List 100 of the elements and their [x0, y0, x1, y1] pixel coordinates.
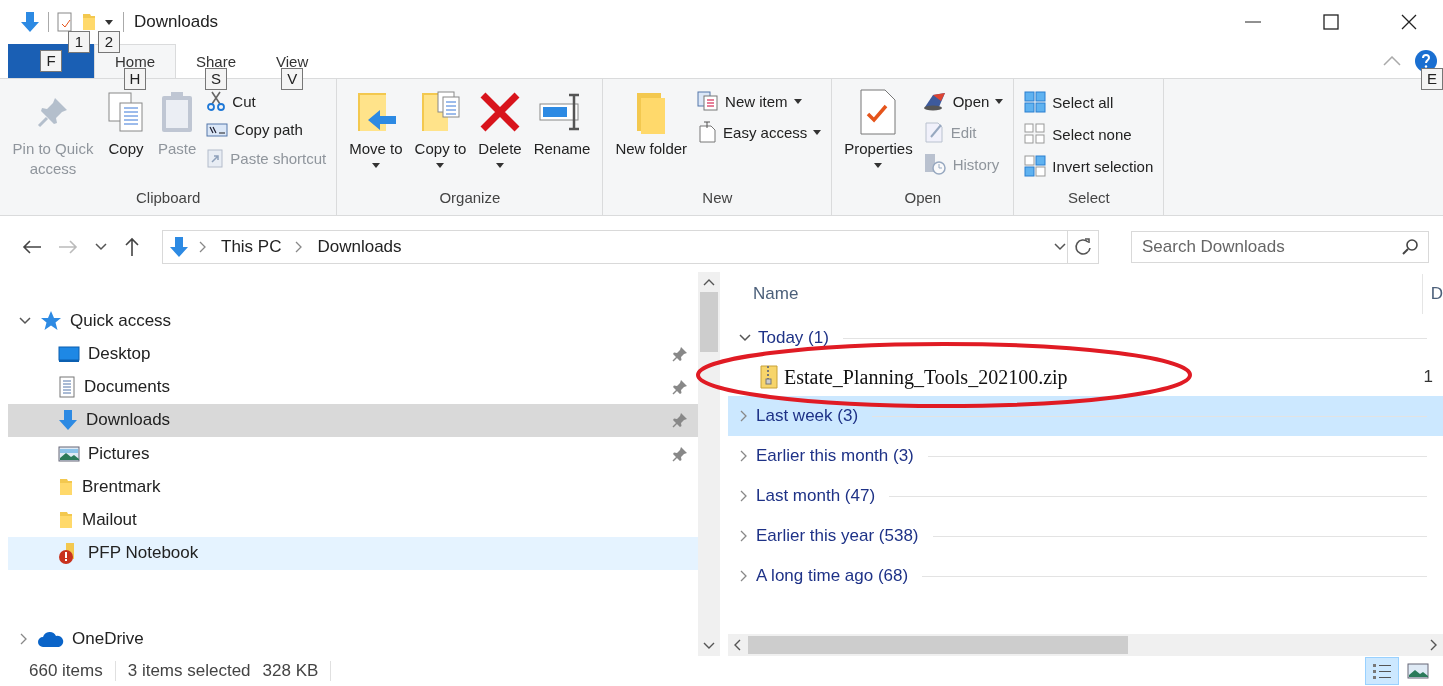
keytip: F: [40, 50, 62, 72]
group-header[interactable]: A long time ago (68): [728, 556, 1443, 596]
download-arrow-icon: [169, 236, 189, 258]
minimize-icon: [1245, 21, 1261, 23]
download-arrow-icon: [58, 409, 78, 432]
selection-count: 3 items selected: [127, 661, 251, 681]
window-title: Downloads: [134, 12, 220, 32]
grid-icon: [1024, 91, 1047, 113]
star-icon: [40, 309, 62, 332]
file-name[interactable]: Estate_Planning_Tools_202100.zip: [784, 365, 1418, 389]
chevron-down-icon: [94, 241, 108, 253]
tree-item[interactable]: Desktop: [8, 337, 698, 371]
collapse-chevron-icon: [738, 332, 752, 344]
up-button[interactable]: [124, 237, 140, 257]
tree-item[interactable]: Brentmark: [8, 470, 698, 504]
breadcrumb[interactable]: This PC: [217, 237, 286, 257]
collapse-ribbon-button[interactable]: [1383, 56, 1401, 66]
address-bar[interactable]: This PC Downloads: [162, 230, 1099, 264]
group-header[interactable]: Earlier this year (538): [728, 516, 1443, 556]
group-label: Clipboard: [135, 189, 202, 208]
horizontal-scrollbar[interactable]: [728, 634, 1443, 656]
back-arrow-icon: [22, 239, 42, 255]
history-icon: [922, 153, 947, 175]
group-header[interactable]: Earlier this month (3): [728, 436, 1443, 476]
grid-icon: [1024, 123, 1047, 145]
close-icon: [1401, 14, 1417, 30]
new-item-icon: [697, 91, 720, 111]
ribbon-button[interactable]: Open: [920, 89, 1006, 113]
ribbon-button[interactable]: Easy access: [695, 119, 824, 145]
view-button[interactable]: [1365, 657, 1399, 685]
caret-icon: [496, 163, 504, 168]
details-view-icon: [1372, 662, 1392, 680]
keytip: V: [281, 68, 304, 90]
item-count: 660 items: [29, 661, 103, 681]
download-arrow-icon: [20, 11, 40, 33]
table-cell: 1: [1423, 367, 1433, 387]
group-label: Open: [903, 189, 943, 208]
breadcrumb[interactable]: Downloads: [313, 237, 406, 257]
tree-item[interactable]: OneDrive: [8, 622, 698, 656]
search-field[interactable]: Search Downloads: [1131, 231, 1429, 263]
recent-locations-button[interactable]: [94, 241, 108, 253]
caret-icon: [995, 98, 1004, 104]
ribbon-button[interactable]: Copy: [102, 87, 150, 189]
search-icon: [1401, 238, 1419, 256]
large-icons-view-icon: [1407, 662, 1429, 680]
ribbon-button[interactable]: Cut: [204, 89, 329, 113]
tree-item[interactable]: Documents: [8, 370, 698, 404]
folder-icon: [58, 476, 74, 497]
picture-icon: [58, 444, 80, 463]
vertical-scrollbar[interactable]: [698, 272, 720, 656]
ribbon-button[interactable]: Move to: [345, 87, 407, 189]
scrollbar-thumb[interactable]: [748, 636, 1128, 654]
ribbon-button[interactable]: Delete: [474, 87, 526, 189]
cross-icon: [479, 91, 521, 133]
ribbon-button[interactable]: Select none: [1022, 121, 1156, 147]
tree-item[interactable]: Pictures: [8, 437, 698, 471]
tree-item[interactable]: Downloads: [8, 403, 698, 438]
keytip: 2: [98, 31, 120, 53]
properties-icon: [858, 88, 899, 136]
column-header[interactable]: Name: [728, 283, 1422, 305]
tree-item[interactable]: PFP Notebook: [8, 536, 698, 571]
ribbon-button[interactable]: Copy path: [204, 119, 329, 140]
refresh-icon: [1074, 238, 1092, 256]
column-header[interactable]: D: [1421, 274, 1443, 314]
group-label: New: [701, 189, 734, 208]
chevron-up-icon: [1383, 56, 1401, 66]
copy-icon: [106, 91, 146, 133]
caret-icon: [436, 163, 445, 168]
keytip: S: [205, 68, 228, 90]
caret-icon: [874, 163, 883, 168]
ribbon-button[interactable]: Copy to: [410, 87, 471, 189]
scrollbar-thumb[interactable]: [700, 292, 718, 352]
new-folder-icon: [81, 12, 97, 32]
scissors-icon: [206, 91, 227, 111]
ribbon-button[interactable]: Properties: [840, 87, 917, 189]
back-button[interactable]: [22, 239, 42, 255]
group-header[interactable]: Today (1): [728, 318, 1443, 358]
group-header[interactable]: Last month (47): [728, 476, 1443, 516]
grid-icon: [1024, 155, 1047, 177]
ribbon-button[interactable]: Rename: [529, 87, 595, 189]
tree-item[interactable]: Mailout: [8, 503, 698, 537]
zip-folder-icon: [760, 365, 778, 389]
expand-chevron-icon: [18, 314, 32, 327]
group-label: Organize: [438, 189, 502, 208]
ribbon-button[interactable]: Select all: [1022, 89, 1156, 115]
document-icon: [58, 376, 76, 399]
properties-icon[interactable]: [57, 12, 73, 32]
ribbon-button[interactable]: New folder: [611, 87, 692, 189]
edit-icon: [922, 121, 945, 143]
caret-icon: [371, 163, 380, 168]
tree-item[interactable]: Quick access: [8, 304, 698, 338]
dropdown-icon: [1053, 241, 1067, 253]
group-label: Select: [1066, 189, 1111, 208]
ribbon-button[interactable]: Invert selection: [1022, 153, 1156, 179]
group-header[interactable]: Last week (3): [728, 396, 1443, 436]
monitor-icon: [58, 344, 80, 363]
open-icon: [922, 91, 947, 111]
ribbon-button[interactable]: New item: [695, 89, 824, 113]
shortcut-icon: [206, 148, 225, 168]
selection-size: 328 KB: [262, 661, 319, 681]
